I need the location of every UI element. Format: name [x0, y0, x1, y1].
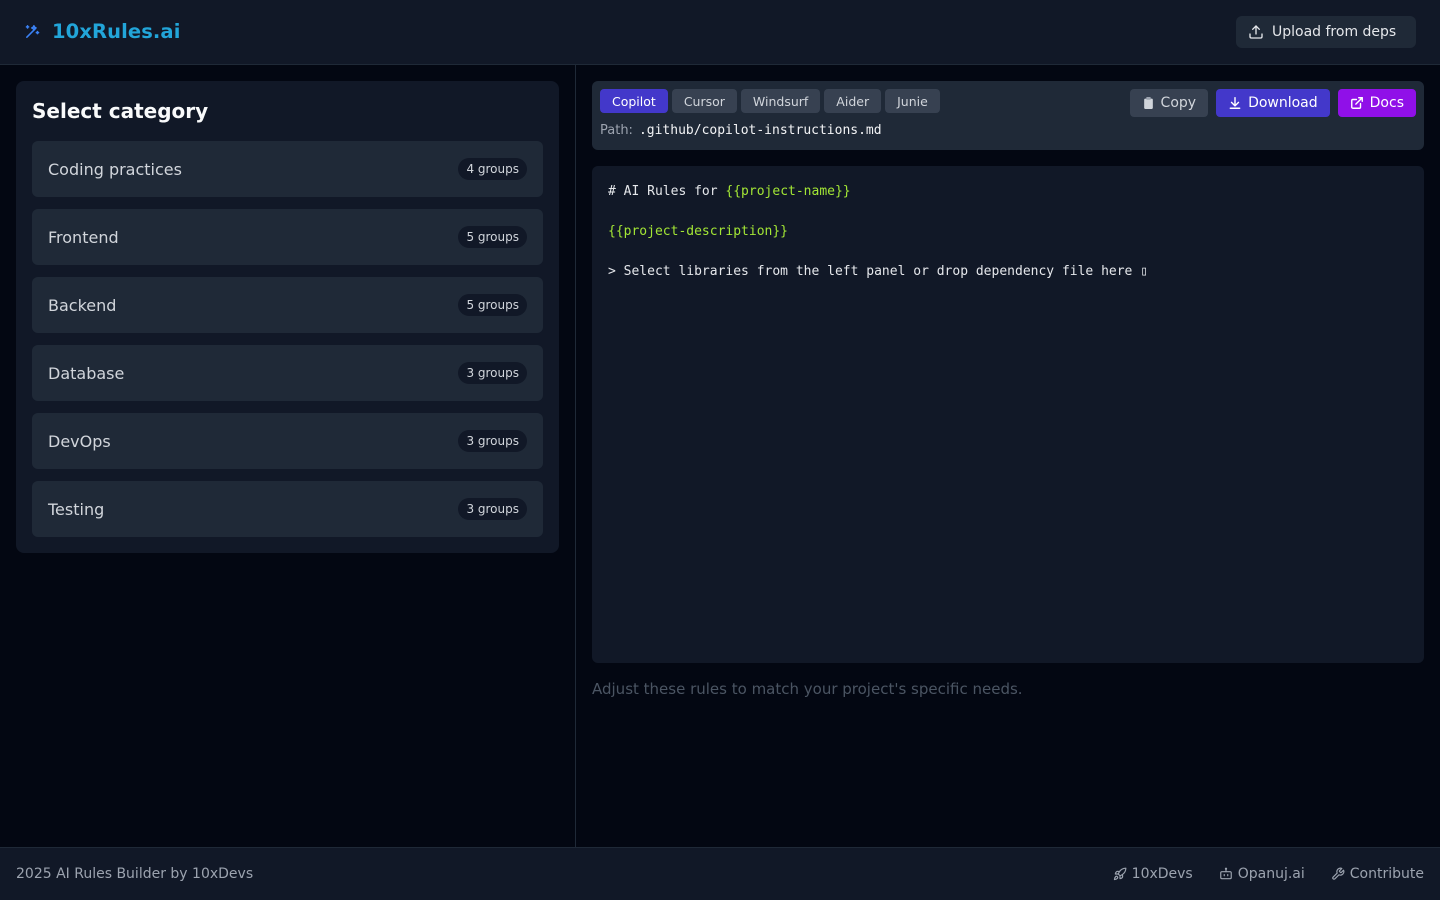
- download-button[interactable]: Download: [1216, 89, 1330, 117]
- clipboard-icon: [1142, 96, 1161, 110]
- category-item-frontend[interactable]: Frontend 5 groups: [32, 209, 543, 265]
- group-count-badge: 5 groups: [458, 294, 527, 316]
- docs-button[interactable]: Docs: [1337, 89, 1416, 117]
- docs-label: Docs: [1369, 95, 1404, 111]
- category-card: Select category Coding practices 4 group…: [16, 81, 559, 553]
- path-label: Path:: [600, 123, 633, 138]
- category-item-database[interactable]: Database 3 groups: [32, 345, 543, 401]
- project-description-placeholder: {{project-description}}: [608, 224, 789, 239]
- category-label: Database: [48, 363, 125, 383]
- editor-line-heading: # AI Rules for {{project-name}}: [608, 182, 1408, 202]
- editor-actions: Copy Download Docs: [1129, 89, 1416, 117]
- tab-cursor[interactable]: Cursor: [671, 89, 737, 113]
- category-item-devops[interactable]: DevOps 3 groups: [32, 413, 543, 469]
- category-label: Coding practices: [48, 159, 182, 179]
- group-count-badge: 4 groups: [458, 158, 527, 180]
- tab-aider[interactable]: Aider: [824, 89, 882, 113]
- category-item-coding-practices[interactable]: Coding practices 4 groups: [32, 141, 543, 197]
- rocket-icon: [1113, 867, 1132, 881]
- rules-preview-panel: Copilot Cursor Windsurf Aider Junie Copy…: [576, 65, 1440, 847]
- adjust-rules-note: Adjust these rules to match your project…: [592, 680, 1023, 698]
- category-label: Backend: [48, 295, 117, 315]
- environment-tabs: Copilot Cursor Windsurf Aider Junie: [600, 89, 940, 113]
- tab-copilot[interactable]: Copilot: [600, 89, 668, 113]
- footer-link-label: Opanuj.ai: [1237, 866, 1305, 882]
- copy-button[interactable]: Copy: [1129, 89, 1209, 117]
- footer-link-contribute[interactable]: Contribute: [1331, 866, 1424, 882]
- output-path: Path: .github/copilot-instructions.md: [600, 123, 882, 138]
- heading-text: # AI Rules for: [608, 184, 726, 199]
- rules-editor[interactable]: # AI Rules for {{project-name}} {{projec…: [592, 166, 1424, 663]
- category-label: DevOps: [48, 431, 111, 451]
- footer-link-label: 10xDevs: [1131, 866, 1193, 882]
- project-name-placeholder: {{project-name}}: [725, 184, 851, 199]
- footer-copyright: 2025 AI Rules Builder by 10xDevs: [16, 866, 254, 882]
- editor-instruction-line: > Select libraries from the left panel o…: [608, 264, 1149, 279]
- app-footer: 2025 AI Rules Builder by 10xDevs 10xDevs…: [0, 847, 1440, 900]
- wrench-icon: [1331, 867, 1350, 881]
- download-label: Download: [1248, 95, 1318, 111]
- category-panel: Select category Coding practices 4 group…: [0, 65, 576, 847]
- app-header: 10xRules.ai Upload from deps: [0, 0, 1440, 65]
- editor-toolbar: Copilot Cursor Windsurf Aider Junie Copy…: [592, 81, 1424, 150]
- upload-from-deps-button[interactable]: Upload from deps: [1236, 16, 1416, 48]
- footer-link-label: Contribute: [1349, 866, 1424, 882]
- category-item-testing[interactable]: Testing 3 groups: [32, 481, 543, 537]
- category-label: Frontend: [48, 227, 119, 247]
- copy-label: Copy: [1160, 95, 1197, 111]
- download-icon: [1228, 96, 1248, 110]
- upload-button-label: Upload from deps: [1272, 24, 1397, 40]
- upload-icon: [1248, 24, 1272, 40]
- tab-windsurf[interactable]: Windsurf: [740, 89, 821, 113]
- group-count-badge: 3 groups: [458, 498, 527, 520]
- bot-icon: [1219, 867, 1238, 881]
- footer-links: 10xDevs Opanuj.ai Contribute: [1113, 866, 1424, 882]
- category-title: Select category: [32, 99, 209, 123]
- group-count-badge: 3 groups: [458, 362, 527, 384]
- magic-wand-icon: [24, 23, 41, 40]
- footer-link-opanuj[interactable]: Opanuj.ai: [1219, 866, 1305, 882]
- group-count-badge: 3 groups: [458, 430, 527, 452]
- brand-name: 10xRules.ai: [52, 20, 181, 43]
- path-value: .github/copilot-instructions.md: [638, 123, 882, 138]
- external-link-icon: [1350, 96, 1370, 110]
- brand-logo[interactable]: 10xRules.ai: [24, 20, 180, 43]
- category-label: Testing: [48, 499, 105, 519]
- footer-link-10xdevs[interactable]: 10xDevs: [1113, 866, 1193, 882]
- group-count-badge: 5 groups: [458, 226, 527, 248]
- tab-junie[interactable]: Junie: [885, 89, 940, 113]
- category-item-backend[interactable]: Backend 5 groups: [32, 277, 543, 333]
